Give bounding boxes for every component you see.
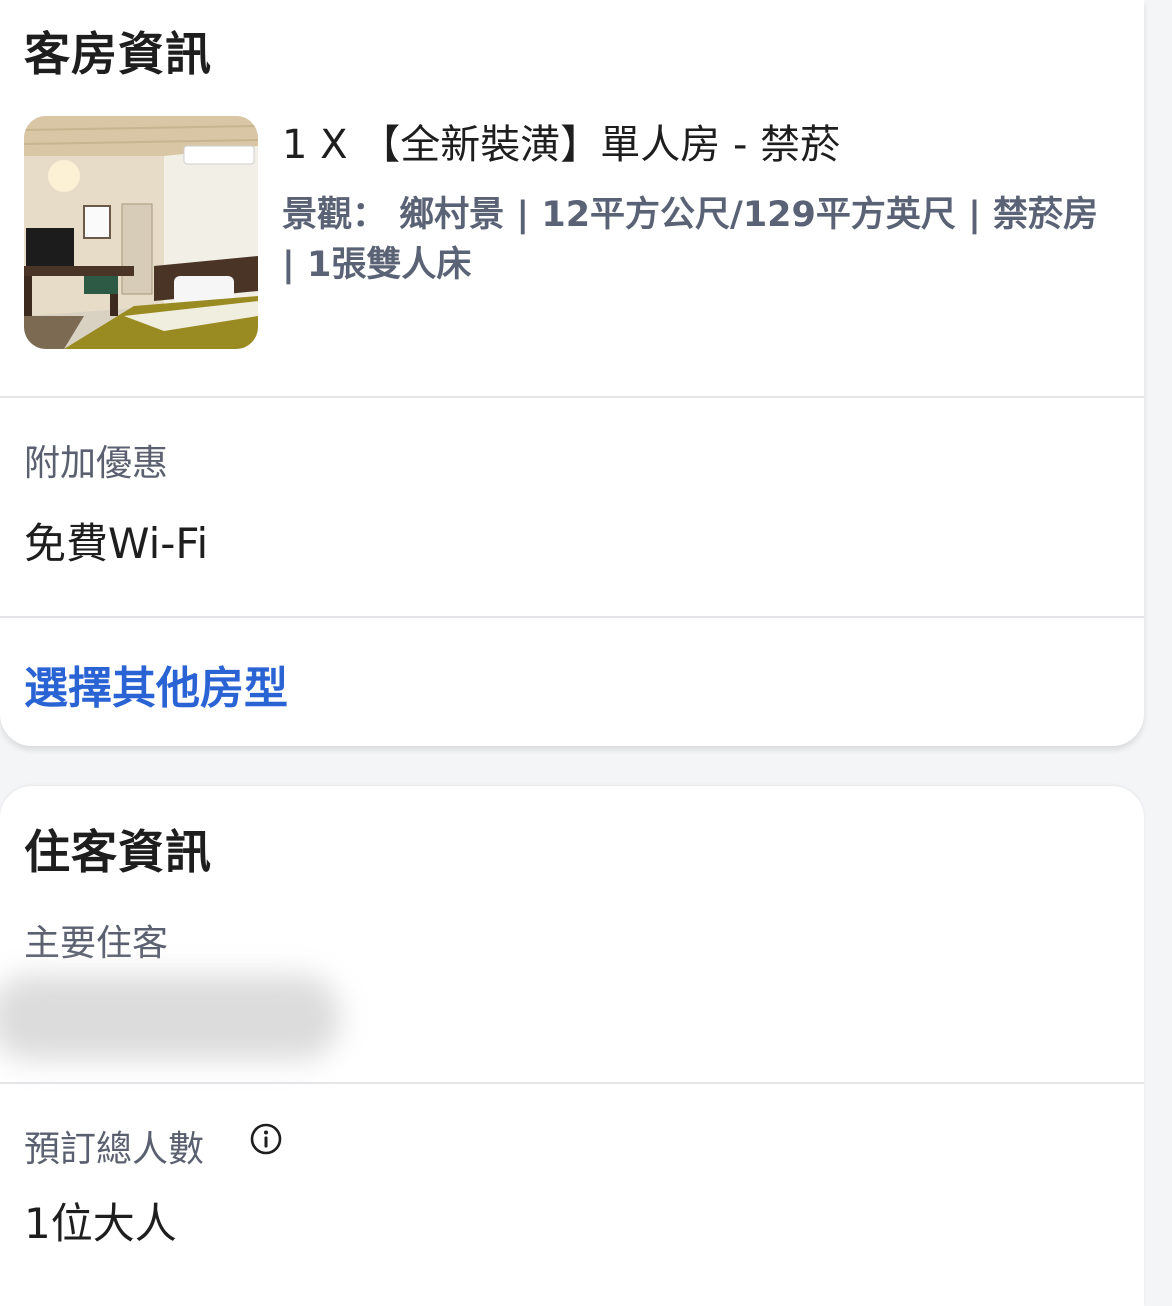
total-guests-value: 1位大人 bbox=[24, 1199, 177, 1248]
choose-other-room-link[interactable]: 選擇其他房型 bbox=[24, 652, 288, 716]
room-info-title: 客房資訊 bbox=[24, 27, 212, 81]
room-photo-image bbox=[24, 116, 258, 349]
room-info-card: 客房資訊 1 X 【全新裝潢】單人房 - 禁菸 景觀： 鄉村景 | 12平方公尺… bbox=[0, 0, 1144, 746]
redacted-guest-name bbox=[0, 975, 340, 1060]
divider bbox=[0, 1082, 1144, 1084]
perks-value: 免費Wi-Fi bbox=[24, 519, 209, 568]
primary-guest-label: 主要住客 bbox=[24, 923, 169, 964]
divider bbox=[0, 616, 1144, 618]
room-name: 1 X 【全新裝潢】單人房 - 禁菸 bbox=[282, 122, 841, 168]
room-details: 景觀： 鄉村景 | 12平方公尺/129平方英尺 | 禁菸房 | 1張雙人床 bbox=[282, 195, 1099, 285]
perks-label: 附加優惠 bbox=[24, 443, 169, 484]
room-photo[interactable] bbox=[24, 116, 258, 349]
total-guests-label: 預訂總人數 bbox=[24, 1129, 205, 1170]
info-icon[interactable] bbox=[250, 1123, 282, 1155]
guest-info-title: 住客資訊 bbox=[24, 825, 212, 879]
divider bbox=[0, 396, 1144, 398]
